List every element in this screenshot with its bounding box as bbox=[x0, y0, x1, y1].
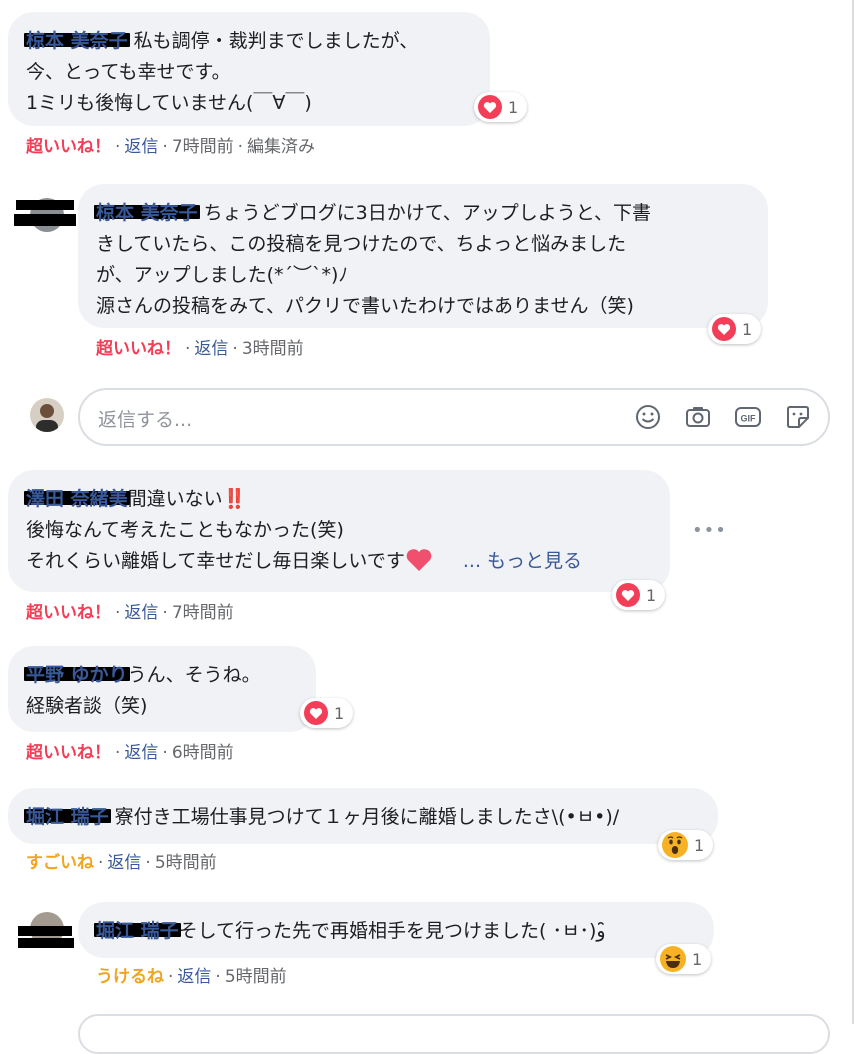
current-user-avatar[interactable] bbox=[30, 398, 64, 432]
comment-text: 源さんの投稿をみて、パクリで書いたわけではありません（笑) bbox=[96, 295, 634, 317]
comment-text: うん、そうね。 bbox=[127, 664, 261, 686]
reply-link[interactable]: 返信 bbox=[124, 137, 158, 157]
comment-text: 寮付き工場仕事見つけて１ヶ月後に離婚しましたさ\(•ㅂ•)/ bbox=[114, 806, 620, 828]
reaction-count: 1 bbox=[742, 319, 753, 339]
edited-label[interactable]: 編集済み bbox=[247, 137, 315, 157]
reaction-label[interactable]: すごいね bbox=[26, 853, 94, 873]
redaction-bar bbox=[18, 938, 74, 948]
reaction-label[interactable]: 超いいね！ bbox=[26, 743, 111, 763]
love-icon bbox=[616, 583, 640, 607]
comment-text: 間違いない bbox=[127, 488, 223, 510]
reaction-count: 1 bbox=[694, 835, 705, 855]
reaction-count: 1 bbox=[646, 585, 657, 605]
reaction-badge[interactable]: 1 bbox=[300, 698, 354, 728]
redaction-bar bbox=[16, 200, 74, 210]
timestamp[interactable]: 3時間前 bbox=[242, 339, 304, 359]
scrollbar-edge bbox=[852, 0, 854, 1024]
reaction-label[interactable]: うけるね bbox=[96, 967, 164, 987]
sticker-icon[interactable] bbox=[784, 403, 812, 431]
reply-link[interactable]: 返信 bbox=[124, 603, 158, 623]
comment-bubble: 椋本 美奈子 ちょうどブログに3日かけて、アップしようと、下書 きしていたら、こ… bbox=[78, 184, 768, 328]
comment-actions: 超いいね！ · 返信 · 3時間前 bbox=[96, 339, 304, 359]
reply-link[interactable]: 返信 bbox=[107, 853, 141, 873]
comment-text: 今、とっても幸せです。 bbox=[26, 61, 231, 83]
love-icon bbox=[478, 95, 502, 119]
gif-icon[interactable]: GIF bbox=[734, 403, 762, 431]
timestamp[interactable]: 5時間前 bbox=[155, 853, 217, 873]
love-icon bbox=[712, 317, 736, 341]
heart-emoji-icon bbox=[406, 549, 432, 571]
double-exclamation-icon: ‼️ bbox=[222, 488, 247, 510]
comment-bubble: 澤田 奈緒美間違いない‼️ 後悔なんて考えたこともなかった(笑) それくらい離婚… bbox=[8, 470, 670, 592]
comment-author[interactable]: 堀江 瑞子 bbox=[94, 916, 181, 947]
reply-link[interactable]: 返信 bbox=[177, 967, 211, 987]
comment-bubble: 堀江 瑞子そして行った先で再婚相手を見つけました( ･ㅂ･)و ̑̑ bbox=[78, 902, 714, 958]
reply-link[interactable]: 返信 bbox=[124, 743, 158, 763]
comment-bubble: 堀江 瑞子 寮付き工場仕事見つけて１ヶ月後に離婚しましたさ\(•ㅂ•)/ bbox=[8, 788, 718, 844]
reaction-count: 1 bbox=[334, 703, 345, 723]
reaction-label[interactable]: 超いいね！ bbox=[26, 603, 111, 623]
comment-actions: うけるね · 返信 · 5時間前 bbox=[96, 967, 287, 987]
redaction-bar bbox=[18, 926, 72, 936]
comment-text: そして行った先で再婚相手を見つけました( ･ㅂ･)و ̑̑ bbox=[178, 920, 612, 942]
timestamp[interactable]: 5時間前 bbox=[225, 967, 287, 987]
comment-text: きしていたら、この投稿を見つけたので、ちよっと悩みました bbox=[96, 233, 627, 255]
comment-bubble: 椋本 美奈子 私も調停・裁判までしましたが、 今、とっても幸せです。 1ミリも後… bbox=[8, 12, 490, 126]
camera-icon[interactable] bbox=[684, 403, 712, 431]
comment-text: 後悔なんて考えたこともなかった(笑) bbox=[26, 519, 344, 541]
comment-actions: すごいね · 返信 · 5時間前 bbox=[26, 853, 217, 873]
reply-input[interactable]: 返信する... GIF bbox=[78, 388, 830, 446]
reaction-badge[interactable]: 1 bbox=[474, 92, 528, 122]
reaction-badge[interactable]: 1 bbox=[612, 580, 666, 610]
comment-author[interactable]: 堀江 瑞子 bbox=[24, 802, 111, 833]
love-icon bbox=[304, 701, 328, 725]
haha-icon bbox=[660, 946, 686, 972]
comment-author[interactable]: 椋本 美奈子 bbox=[94, 198, 200, 229]
timestamp[interactable]: 6時間前 bbox=[172, 743, 234, 763]
svg-text:GIF: GIF bbox=[741, 414, 757, 424]
reaction-label[interactable]: 超いいね！ bbox=[96, 339, 181, 359]
comment-author[interactable]: 平野 ゆかり bbox=[24, 660, 130, 691]
redaction-bar bbox=[14, 214, 76, 226]
comment-actions: 超いいね！ · 返信 · 7時間前 · 編集済み bbox=[26, 137, 316, 157]
reaction-label[interactable]: 超いいね！ bbox=[26, 137, 111, 157]
comment-text: 経験者談（笑) bbox=[26, 695, 148, 717]
comment-actions: 超いいね！ · 返信 · 6時間前 bbox=[26, 743, 234, 763]
reaction-badge[interactable]: 1 bbox=[656, 944, 712, 974]
reaction-badge[interactable]: 1 bbox=[658, 830, 714, 860]
reply-link[interactable]: 返信 bbox=[194, 339, 228, 359]
comment-actions: 超いいね！ · 返信 · 7時間前 bbox=[26, 603, 234, 623]
see-more-link[interactable]: ... もっと見る bbox=[463, 550, 582, 572]
reply-placeholder: 返信する... bbox=[98, 409, 193, 431]
comment-text: 私も調停・裁判までしましたが、 bbox=[133, 30, 419, 52]
reaction-badge[interactable]: 1 bbox=[708, 314, 762, 344]
emoji-icon[interactable] bbox=[634, 403, 662, 431]
more-options-icon[interactable]: ••• bbox=[692, 520, 727, 541]
reply-input-partial[interactable] bbox=[78, 1014, 830, 1054]
comment-text: それくらい離婚して幸せだし毎日楽しいです bbox=[26, 550, 405, 572]
timestamp[interactable]: 7時間前 bbox=[172, 603, 234, 623]
comment-text: が、アップしました(*´︶`*)ﾉ bbox=[96, 264, 348, 286]
wow-icon bbox=[662, 832, 688, 858]
comment-bubble: 平野 ゆかりうん、そうね。 経験者談（笑) bbox=[8, 646, 316, 732]
reaction-count: 1 bbox=[692, 949, 703, 969]
comment-author[interactable]: 澤田 奈緒美 bbox=[24, 484, 130, 515]
comment-text: 1ミリも後悔していません(￣∀￣) bbox=[26, 92, 312, 114]
timestamp[interactable]: 7時間前 bbox=[172, 137, 234, 157]
reaction-count: 1 bbox=[508, 97, 519, 117]
comment-text: ちょうどブログに3日かけて、アップしようと、下書 bbox=[203, 202, 652, 224]
comment-author[interactable]: 椋本 美奈子 bbox=[24, 26, 130, 57]
